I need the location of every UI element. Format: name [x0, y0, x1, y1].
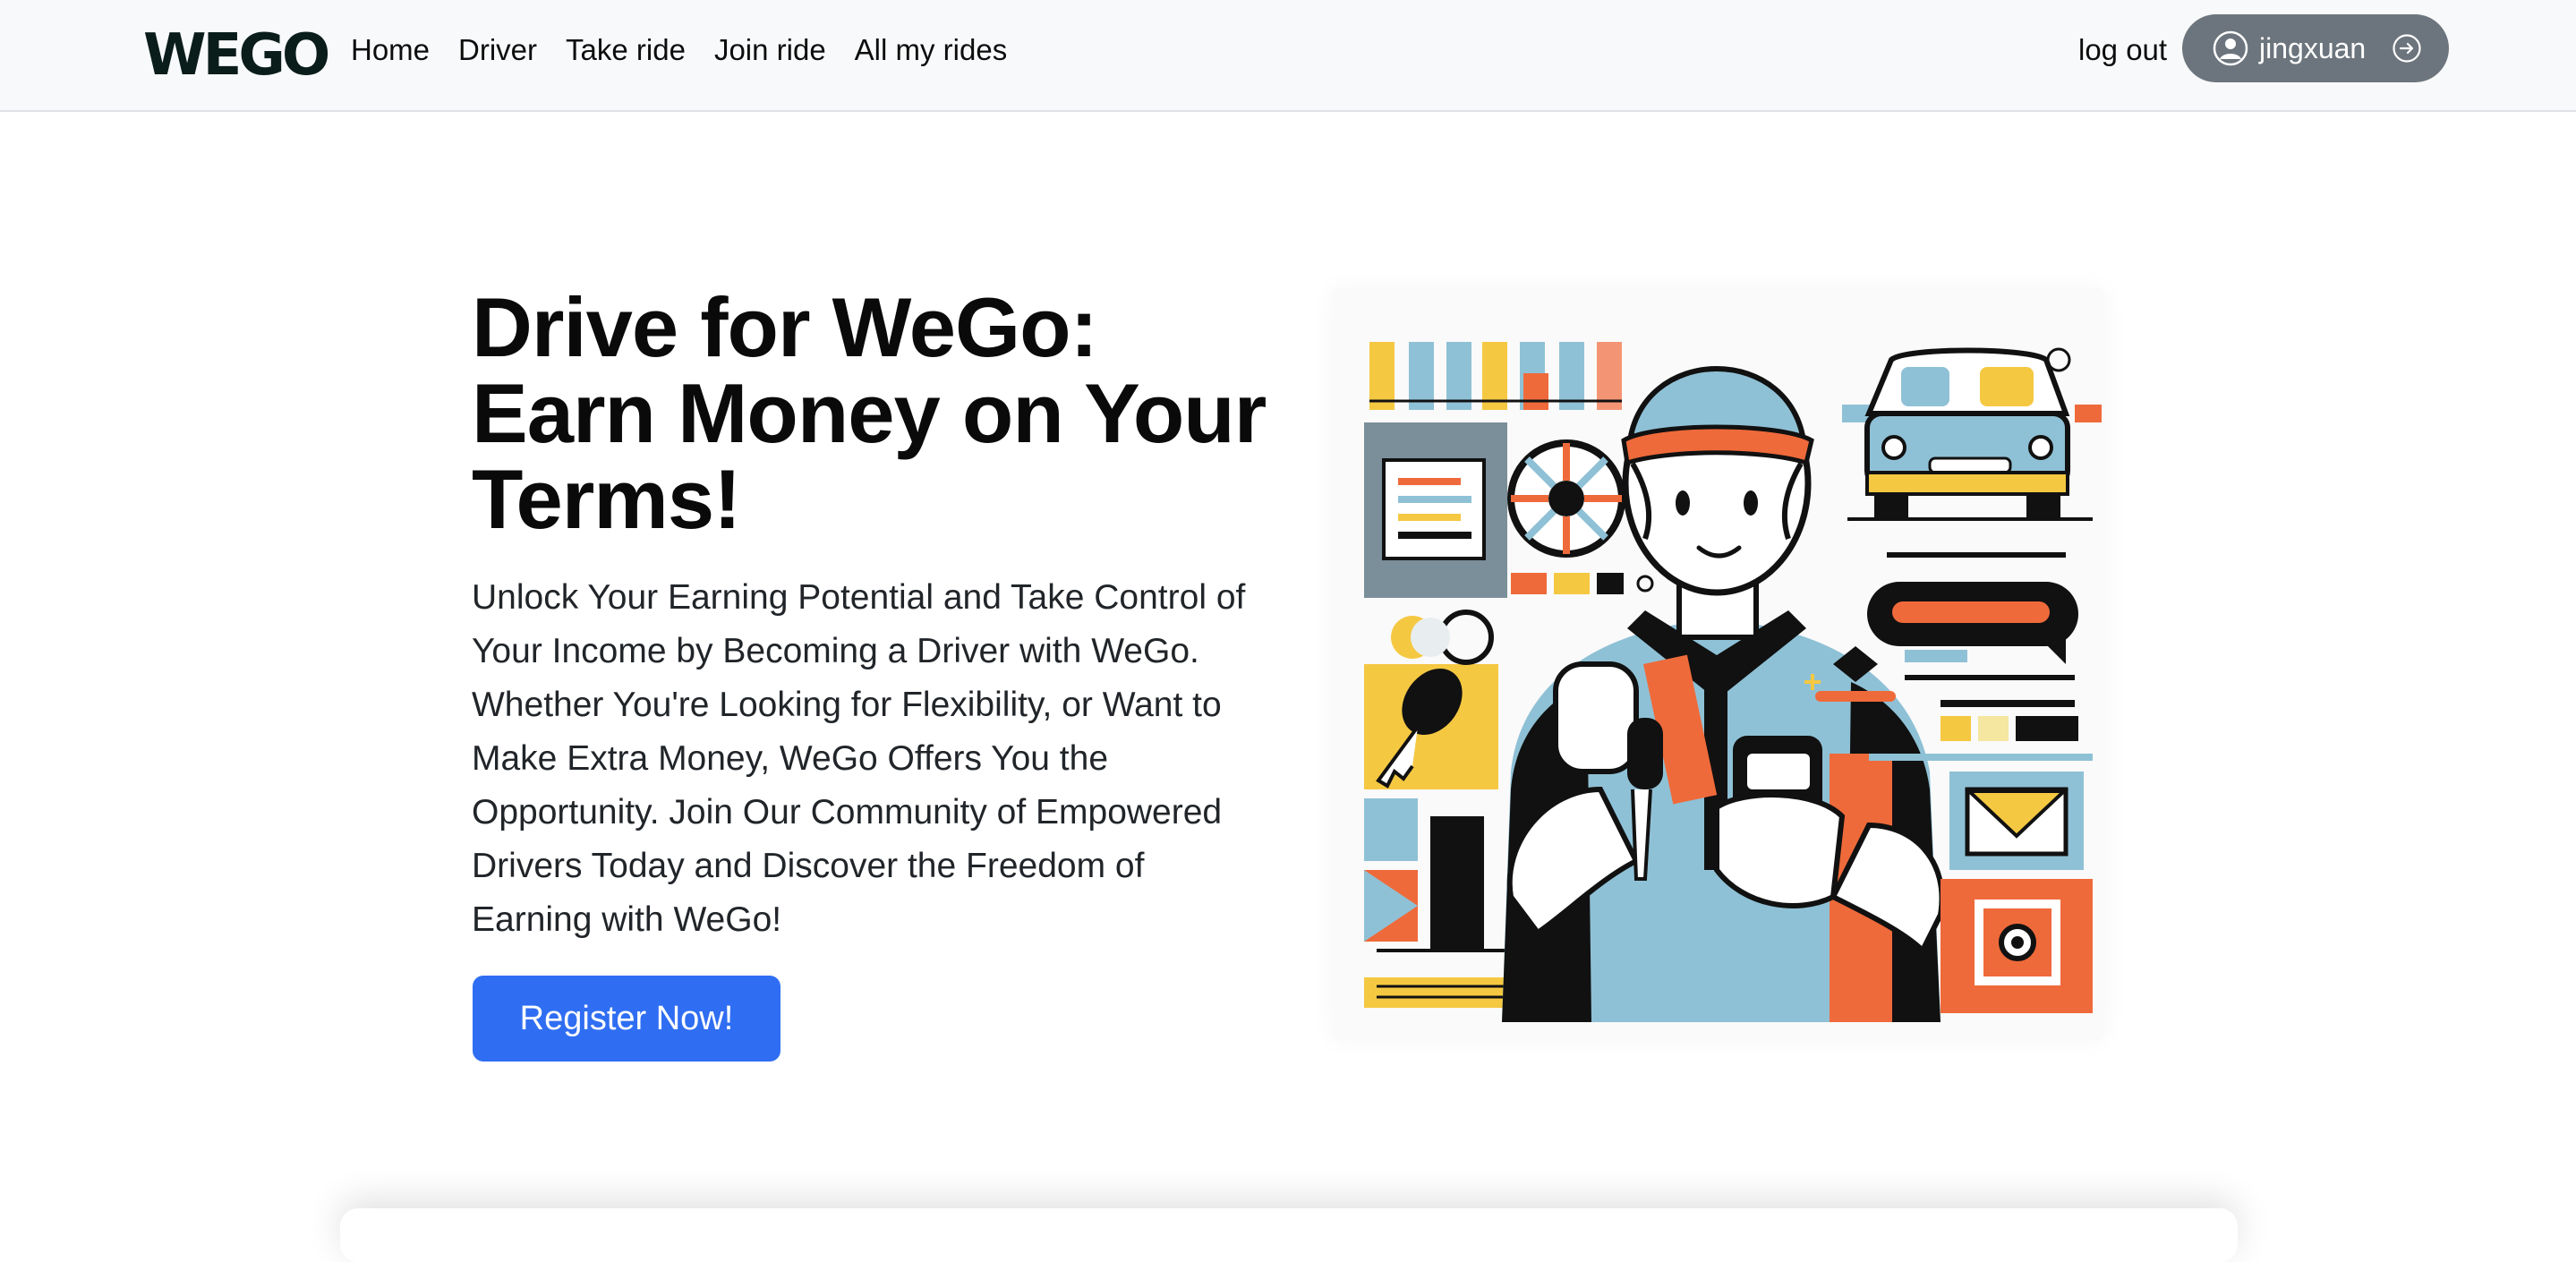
logout-link[interactable]: log out [2078, 30, 2167, 70]
nav-all-my-rides-link[interactable]: All my rides [855, 30, 1008, 70]
nav-driver-link[interactable]: Driver [458, 30, 537, 70]
username-label: jingxuan [2259, 31, 2367, 64]
nav-take-ride-link[interactable]: Take ride [566, 30, 686, 70]
brand-logo[interactable]: WEGO [143, 23, 330, 88]
content-card-edge [340, 1208, 2238, 1262]
register-now-button[interactable]: Register Now! [473, 976, 780, 1062]
hero-title: Drive for WeGo: Earn Money on Your Terms… [472, 280, 1267, 546]
color-bars-graphic [1369, 342, 1622, 410]
arrow-right-circle-icon [2392, 33, 2422, 64]
nav-join-ride-link[interactable]: Join ride [714, 30, 826, 70]
user-menu-button[interactable]: jingxuan [2182, 14, 2449, 82]
hero-description: Unlock Your Earning Potential and Take C… [472, 578, 1246, 939]
nav-links: Home Driver Take ride Join ride All my r… [351, 30, 1007, 70]
user-circle-icon [2213, 30, 2248, 66]
nav-home-link[interactable]: Home [351, 30, 430, 70]
car-graphic [1842, 347, 2102, 521]
driver-illustration [1332, 288, 2105, 1040]
top-navbar: WEGO Home Driver Take ride Join ride All… [0, 0, 2576, 112]
